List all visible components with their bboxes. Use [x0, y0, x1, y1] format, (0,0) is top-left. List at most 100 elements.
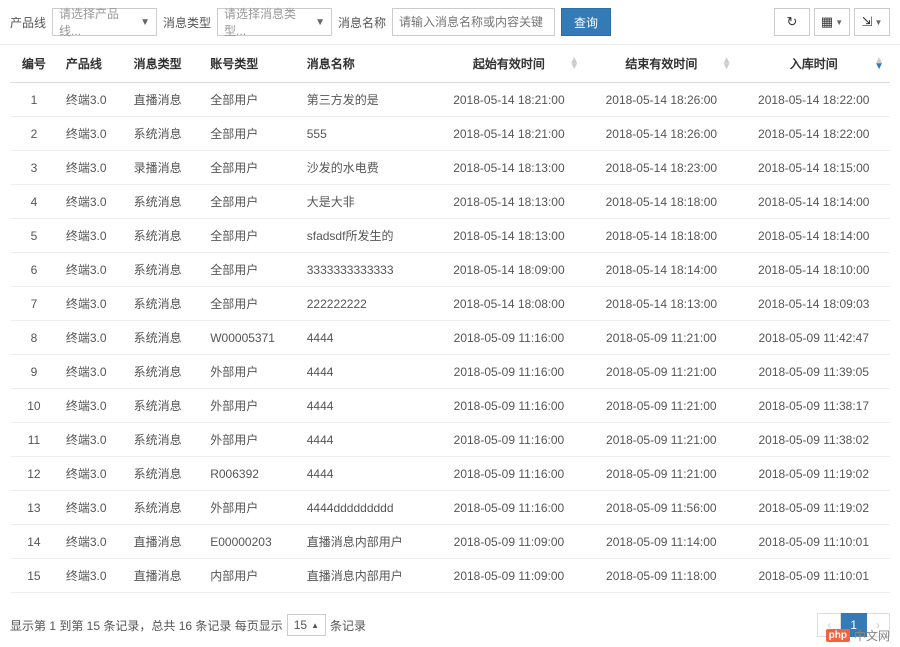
- cell-index: 1: [10, 83, 58, 117]
- cell-end-time: 2018-05-09 11:21:00: [585, 457, 737, 491]
- table-row[interactable]: 5终端3.0系统消息全部用户sfadsdf所发生的2018-05-14 18:1…: [10, 219, 890, 253]
- cell-index: 13: [10, 491, 58, 525]
- table-row[interactable]: 1终端3.0直播消息全部用户第三方发的是2018-05-14 18:21:002…: [10, 83, 890, 117]
- table-row[interactable]: 6终端3.0系统消息全部用户33333333333332018-05-14 18…: [10, 253, 890, 287]
- table-header: 编号 产品线 消息类型 账号类型 消息名称 起始有效时间▲▼ 结束有效时间▲▼ …: [10, 45, 890, 83]
- cell-index: 12: [10, 457, 58, 491]
- cell-message-name: 第三方发的是: [299, 83, 433, 117]
- cell-account-type: R006392: [202, 457, 299, 491]
- cell-end-time: 2018-05-09 11:21:00: [585, 389, 737, 423]
- cell-message-type: 直播消息: [126, 559, 203, 593]
- cell-product-line: 终端3.0: [58, 355, 126, 389]
- cell-product-line: 终端3.0: [58, 457, 126, 491]
- cell-start-time: 2018-05-14 18:08:00: [433, 287, 585, 321]
- table-row[interactable]: 11终端3.0系统消息外部用户44442018-05-09 11:16:0020…: [10, 423, 890, 457]
- grid-icon: ▦: [821, 14, 833, 30]
- cell-store-time: 2018-05-09 11:19:02: [738, 457, 890, 491]
- cell-start-time: 2018-05-14 18:13:00: [433, 151, 585, 185]
- cell-product-line: 终端3.0: [58, 321, 126, 355]
- table-row[interactable]: 2终端3.0系统消息全部用户5552018-05-14 18:21:002018…: [10, 117, 890, 151]
- cell-store-time: 2018-05-09 11:42:47: [738, 321, 890, 355]
- cell-end-time: 2018-05-14 18:18:00: [585, 185, 737, 219]
- cell-start-time: 2018-05-09 11:16:00: [433, 491, 585, 525]
- cell-message-name: 3333333333333: [299, 253, 433, 287]
- sort-icon: ▲▼: [722, 58, 732, 70]
- col-end-time[interactable]: 结束有效时间▲▼: [585, 45, 737, 83]
- cell-store-time: 2018-05-14 18:22:00: [738, 83, 890, 117]
- col-product-line[interactable]: 产品线: [58, 45, 126, 83]
- cell-start-time: 2018-05-09 11:16:00: [433, 355, 585, 389]
- col-message-name[interactable]: 消息名称: [299, 45, 433, 83]
- chevron-down-icon: ▼: [835, 18, 843, 27]
- cell-index: 8: [10, 321, 58, 355]
- cell-message-name: sfadsdf所发生的: [299, 219, 433, 253]
- cell-message-name: 4444ddddddddd: [299, 491, 433, 525]
- product-line-select[interactable]: 请选择产品线... ▼: [52, 8, 157, 36]
- table-row[interactable]: 12终端3.0系统消息R00639244442018-05-09 11:16:0…: [10, 457, 890, 491]
- cell-message-type: 系统消息: [126, 355, 203, 389]
- cell-account-type: 全部用户: [202, 185, 299, 219]
- cell-message-type: 录播消息: [126, 151, 203, 185]
- cell-start-time: 2018-05-09 11:16:00: [433, 457, 585, 491]
- table-row[interactable]: 9终端3.0系统消息外部用户44442018-05-09 11:16:00201…: [10, 355, 890, 389]
- cell-end-time: 2018-05-14 18:23:00: [585, 151, 737, 185]
- cell-end-time: 2018-05-14 18:14:00: [585, 253, 737, 287]
- product-line-label: 产品线: [10, 14, 46, 31]
- cell-end-time: 2018-05-09 11:14:00: [585, 525, 737, 559]
- cell-start-time: 2018-05-14 18:21:00: [433, 117, 585, 151]
- cell-index: 7: [10, 287, 58, 321]
- summary-suffix: 条记录: [330, 617, 366, 634]
- cell-start-time: 2018-05-09 11:16:00: [433, 389, 585, 423]
- cell-account-type: 全部用户: [202, 219, 299, 253]
- chevron-down-icon: ▼: [140, 17, 150, 28]
- cell-message-name: 直播消息内部用户: [299, 525, 433, 559]
- message-type-label: 消息类型: [163, 14, 211, 31]
- sort-icon: ▲▼: [874, 58, 884, 70]
- cell-message-name: 555: [299, 117, 433, 151]
- brand-text: 中文网: [854, 627, 890, 644]
- page-size-select[interactable]: 15 ▲: [287, 614, 326, 636]
- cell-product-line: 终端3.0: [58, 253, 126, 287]
- table-container: 编号 产品线 消息类型 账号类型 消息名称 起始有效时间▲▼ 结束有效时间▲▼ …: [0, 45, 900, 603]
- table-row[interactable]: 14终端3.0直播消息E00000203直播消息内部用户2018-05-09 1…: [10, 525, 890, 559]
- cell-end-time: 2018-05-14 18:26:00: [585, 117, 737, 151]
- col-account-type[interactable]: 账号类型: [202, 45, 299, 83]
- columns-button[interactable]: ▦▼: [814, 8, 850, 36]
- table-row[interactable]: 8终端3.0系统消息W0000537144442018-05-09 11:16:…: [10, 321, 890, 355]
- col-message-type[interactable]: 消息类型: [126, 45, 203, 83]
- message-type-select[interactable]: 请选择消息类型... ▼: [217, 8, 332, 36]
- cell-message-name: 4444: [299, 321, 433, 355]
- cell-product-line: 终端3.0: [58, 559, 126, 593]
- cell-account-type: 全部用户: [202, 287, 299, 321]
- col-start-time[interactable]: 起始有效时间 ▲▼: [433, 45, 585, 83]
- cell-message-name: 大是大非: [299, 185, 433, 219]
- cell-product-line: 终端3.0: [58, 219, 126, 253]
- cell-store-time: 2018-05-14 18:10:00: [738, 253, 890, 287]
- sort-icon: ▲▼: [569, 58, 579, 70]
- cell-index: 15: [10, 559, 58, 593]
- table-row[interactable]: 15终端3.0直播消息内部用户直播消息内部用户2018-05-09 11:09:…: [10, 559, 890, 593]
- table-row[interactable]: 10终端3.0系统消息外部用户44442018-05-09 11:16:0020…: [10, 389, 890, 423]
- message-name-input[interactable]: [392, 8, 555, 36]
- cell-message-type: 系统消息: [126, 287, 203, 321]
- table-row[interactable]: 7终端3.0系统消息全部用户2222222222018-05-14 18:08:…: [10, 287, 890, 321]
- cell-end-time: 2018-05-09 11:21:00: [585, 423, 737, 457]
- table-row[interactable]: 4终端3.0系统消息全部用户大是大非2018-05-14 18:13:00201…: [10, 185, 890, 219]
- table-row[interactable]: 3终端3.0录播消息全部用户沙发的水电费2018-05-14 18:13:002…: [10, 151, 890, 185]
- cell-store-time: 2018-05-09 11:19:02: [738, 491, 890, 525]
- cell-message-type: 直播消息: [126, 83, 203, 117]
- export-button[interactable]: ⇲▼: [854, 8, 890, 36]
- col-store-time[interactable]: 入库时间▲▼: [738, 45, 890, 83]
- table-row[interactable]: 13终端3.0系统消息外部用户4444ddddddddd2018-05-09 1…: [10, 491, 890, 525]
- cell-product-line: 终端3.0: [58, 117, 126, 151]
- col-start-time-label: 起始有效时间: [473, 57, 545, 71]
- cell-index: 9: [10, 355, 58, 389]
- refresh-button[interactable]: ↻: [774, 8, 810, 36]
- cell-product-line: 终端3.0: [58, 389, 126, 423]
- cell-message-name: 直播消息内部用户: [299, 559, 433, 593]
- col-index[interactable]: 编号: [10, 45, 58, 83]
- cell-store-time: 2018-05-09 11:38:02: [738, 423, 890, 457]
- cell-start-time: 2018-05-09 11:16:00: [433, 321, 585, 355]
- query-button[interactable]: 查询: [561, 8, 611, 36]
- data-table: 编号 产品线 消息类型 账号类型 消息名称 起始有效时间▲▼ 结束有效时间▲▼ …: [10, 45, 890, 593]
